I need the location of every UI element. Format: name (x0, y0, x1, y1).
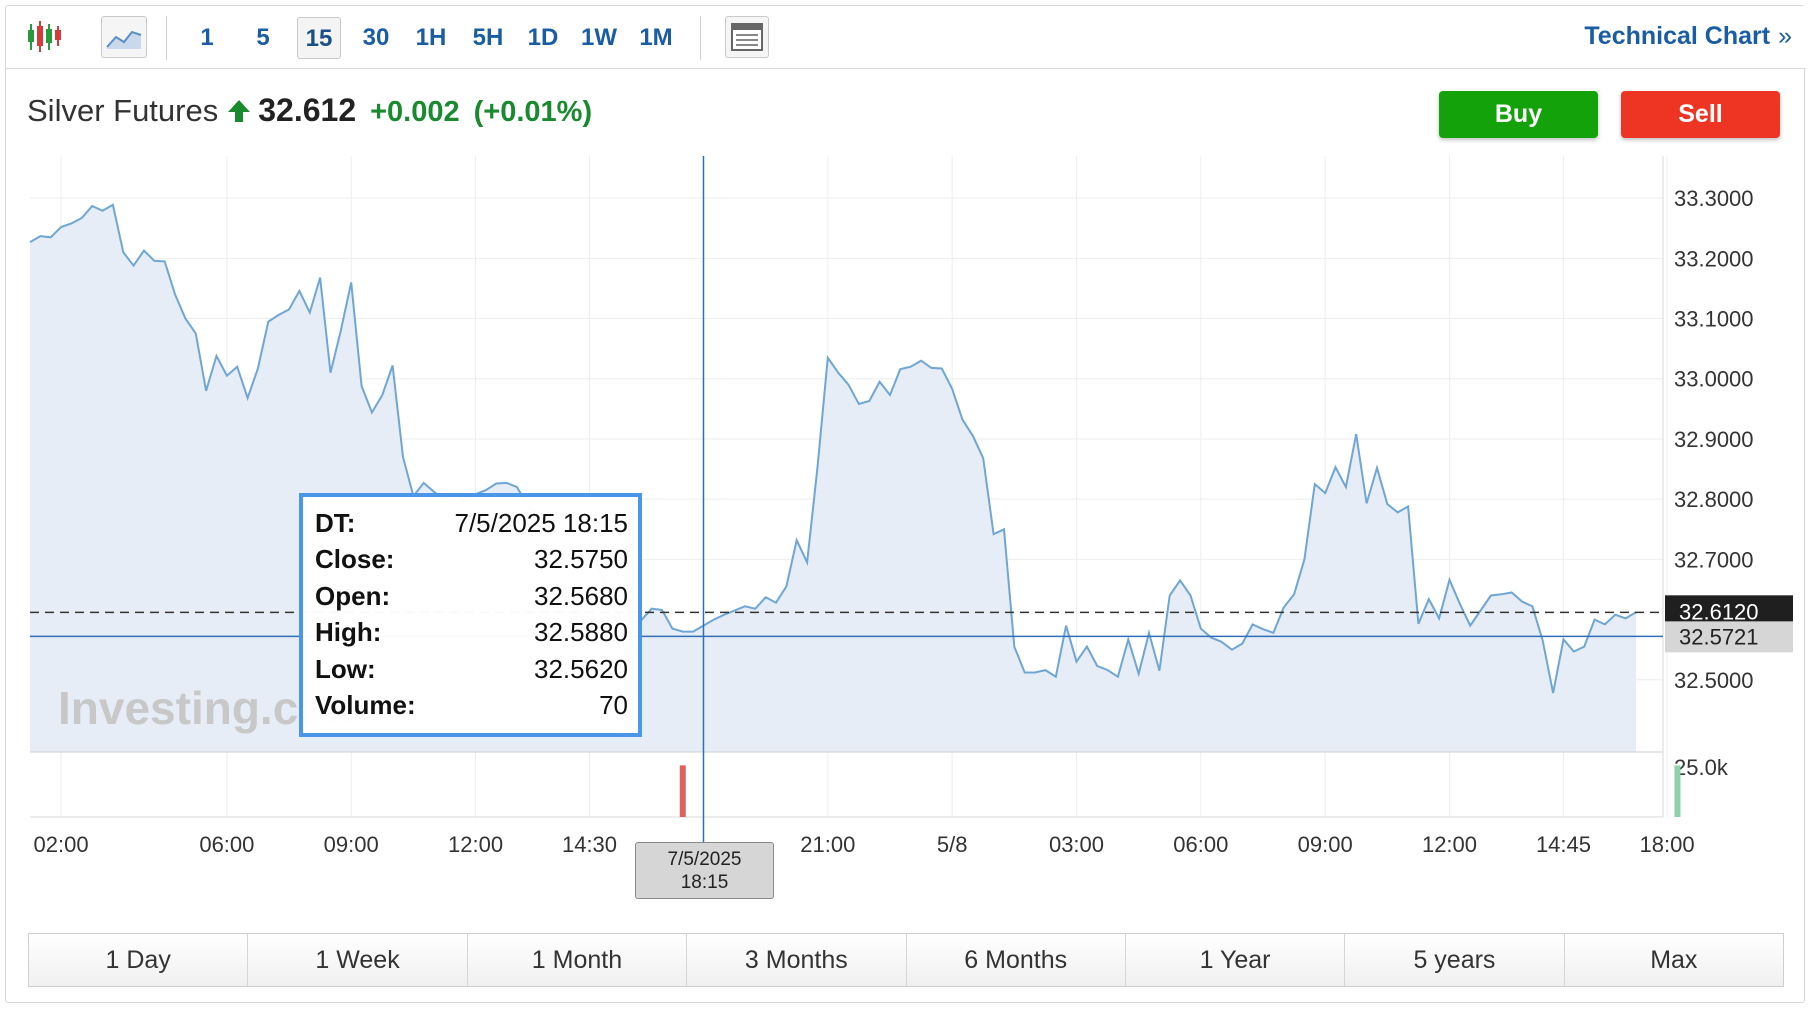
volume-bar (679, 765, 686, 817)
x-tick-label: 12:00 (1422, 832, 1477, 857)
tooltip-key: Open: (315, 580, 391, 611)
tooltip-value: 32.5750 (534, 544, 628, 575)
x-tick-label: 09:00 (324, 832, 379, 857)
tooltip-row: Low: 32.5620 (315, 651, 628, 688)
price-chart[interactable]: Investing.com33.300033.200033.100033.000… (6, 6, 1806, 906)
tooltip-key: Low: (315, 653, 376, 684)
range-1-week[interactable]: 1 Week (248, 934, 468, 986)
x-tick-label: 02:00 (34, 832, 89, 857)
tooltip-value: 32.5680 (534, 580, 628, 611)
tooltip-row: DT: 7/5/2025 18:15 (315, 505, 628, 542)
tooltip-value: 32.5620 (534, 653, 628, 684)
tooltip-value: 32.5880 (534, 617, 628, 648)
x-tick-label: 06:00 (199, 832, 254, 857)
range-3-months[interactable]: 3 Months (687, 934, 907, 986)
y-tick-label: 32.5000 (1674, 668, 1754, 693)
y-tick-label: 32.9000 (1674, 427, 1754, 452)
x-tick-label: 03:00 (1049, 832, 1104, 857)
range-max[interactable]: Max (1564, 934, 1783, 986)
price-area (30, 204, 1636, 753)
range-1-day[interactable]: 1 Day (29, 934, 249, 986)
crosshair-time: 18:15 (680, 872, 729, 893)
tooltip-row: Open: 32.5680 (315, 578, 628, 615)
range-1-month[interactable]: 1 Month (467, 934, 688, 986)
volume-tick-label: 25.0k (1674, 755, 1729, 780)
x-tick-label: 14:30 (562, 832, 617, 857)
tooltip-key: High: (315, 617, 382, 648)
range-6-months[interactable]: 6 Months (906, 934, 1126, 986)
chart-frame: 1 5 15 30 1H 5H 1D 1W 1M Technical Chart… (5, 5, 1806, 1003)
y-tick-label: 33.2000 (1674, 246, 1754, 271)
x-tick-label: 06:00 (1173, 832, 1228, 857)
tooltip-row: Close: 32.5750 (315, 542, 628, 579)
data-tooltip: DT: 7/5/2025 18:15 Close: 32.5750 Open: 32.56… (299, 493, 642, 737)
y-tick-label: 32.7000 (1674, 547, 1754, 572)
y-tick-label: 33.0000 (1674, 367, 1754, 392)
tooltip-row: High: 32.5880 (315, 615, 628, 652)
range-5-years[interactable]: 5 years (1345, 934, 1565, 986)
y-tick-label: 33.3000 (1674, 186, 1754, 211)
volume-bar (1674, 765, 1681, 817)
tooltip-key: Volume: (315, 690, 416, 721)
range-selector: 1 Day 1 Week 1 Month 3 Months 6 Months 1 Year… (28, 933, 1784, 987)
crosshair-date: 7/5/2025 (667, 849, 742, 870)
tooltip-row: Volume: 70 (315, 688, 628, 725)
x-tick-label: 5/8 (937, 832, 968, 857)
x-tick-label: 09:00 (1298, 832, 1353, 857)
y-tick-label: 32.8000 (1674, 487, 1754, 512)
crosshair-price-label: 32.5721 (1679, 624, 1759, 649)
y-tick-label: 33.1000 (1674, 307, 1754, 332)
x-tick-label: 12:00 (448, 832, 503, 857)
tooltip-value: 7/5/2025 18:15 (454, 507, 629, 538)
crosshair-time-label: 7/5/2025 18:15 (635, 842, 774, 899)
tooltip-key: DT: (315, 507, 356, 538)
range-1-year[interactable]: 1 Year (1125, 934, 1346, 986)
x-tick-label: 14:45 (1536, 832, 1591, 857)
x-tick-label: 21:00 (800, 832, 855, 857)
last-price-label: 32.6120 (1679, 599, 1759, 624)
x-tick-label: 18:00 (1640, 832, 1695, 857)
tooltip-key: Close: (315, 544, 395, 575)
tooltip-value: 70 (599, 690, 628, 721)
